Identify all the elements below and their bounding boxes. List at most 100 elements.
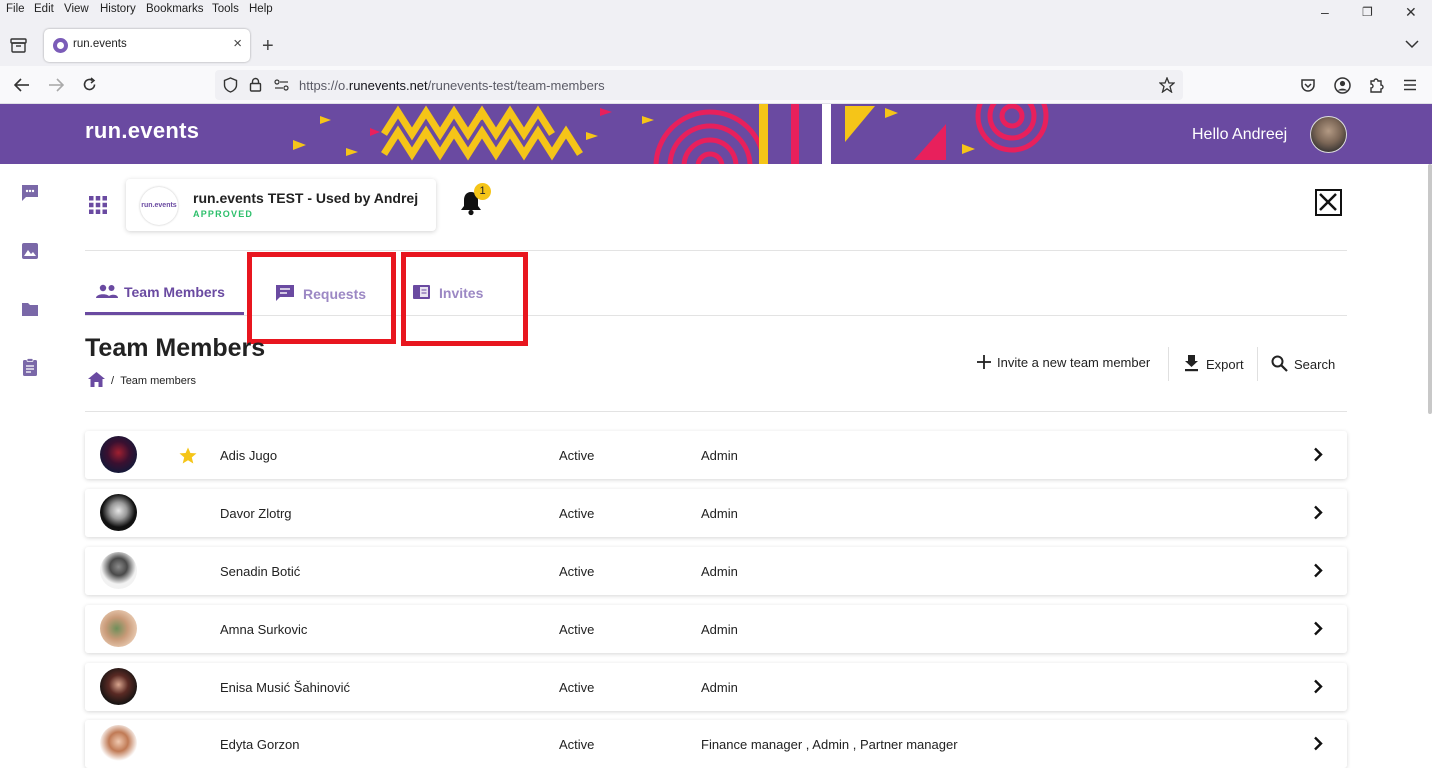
bookmark-star-icon[interactable] (1159, 77, 1175, 93)
minimize-button[interactable]: – (1321, 4, 1329, 20)
menu-view[interactable]: View (64, 3, 89, 15)
member-status: Active (559, 448, 595, 463)
tab-team-members[interactable]: Team Members (96, 284, 225, 300)
hamburger-menu-icon[interactable] (1403, 79, 1417, 91)
content-divider (85, 411, 1347, 412)
organization-name: run.events TEST - Used by Andrej (193, 190, 419, 206)
shield-icon[interactable] (223, 77, 238, 93)
chevron-right-icon[interactable] (1313, 621, 1323, 636)
extensions-icon[interactable] (1368, 77, 1384, 94)
member-role: Finance manager , Admin , Partner manage… (701, 737, 958, 752)
member-status: Active (559, 622, 595, 637)
menu-history[interactable]: History (100, 3, 136, 15)
table-row[interactable]: Senadin Botić Active Admin (85, 547, 1347, 595)
breadcrumb: / Team members (111, 375, 196, 387)
chevron-right-icon[interactable] (1313, 563, 1323, 578)
chevron-right-icon[interactable] (1313, 736, 1323, 751)
restore-button[interactable]: ❐ (1362, 5, 1373, 19)
invite-team-member-button[interactable]: Invite a new team member (977, 355, 1150, 370)
page-scrollbar[interactable] (1428, 164, 1432, 414)
member-status: Active (559, 564, 595, 579)
organization-card[interactable]: run.events run.events TEST - Used by And… (126, 179, 436, 231)
forward-arrow-icon[interactable] (48, 78, 64, 92)
runevents-logo[interactable]: run.events (85, 118, 199, 144)
menu-bookmarks[interactable]: Bookmarks (146, 3, 204, 15)
tab-title: run.events (73, 38, 127, 50)
banner-gap (822, 104, 831, 164)
annotation-highlight-invites (401, 252, 528, 346)
close-window-button[interactable]: ✕ (1405, 4, 1417, 21)
people-icon (96, 284, 118, 298)
table-row[interactable]: Davor Zlotrg Active Admin (85, 489, 1347, 537)
chevron-right-icon[interactable] (1313, 505, 1323, 520)
menu-help[interactable]: Help (249, 3, 273, 15)
avatar (100, 552, 137, 589)
chevron-right-icon[interactable] (1313, 679, 1323, 694)
browser-menubar: File Edit View History Bookmarks Tools H… (0, 0, 1432, 20)
close-panel-button[interactable] (1315, 189, 1342, 216)
close-icon (1319, 193, 1337, 211)
browser-tab-runevents[interactable]: run.events × (44, 29, 250, 62)
table-row[interactable]: Enisa Musić Šahinović Active Admin (85, 663, 1347, 711)
back-arrow-icon[interactable] (14, 78, 30, 92)
lock-icon[interactable] (249, 77, 262, 92)
avatar (100, 436, 137, 473)
top-banner: run.events Hello Andreej (0, 104, 1432, 164)
account-icon[interactable] (1334, 77, 1351, 94)
tab-overview-icon[interactable] (10, 38, 27, 53)
avatar (100, 610, 137, 647)
member-name: Edyta Gorzon (220, 737, 300, 752)
new-tab-button[interactable]: + (262, 35, 274, 58)
member-role: Admin (701, 564, 738, 579)
member-role: Admin (701, 680, 738, 695)
member-role: Admin (701, 622, 738, 637)
member-status: Active (559, 506, 595, 521)
member-role: Admin (701, 506, 738, 521)
avatar (100, 494, 137, 531)
browser-tabstrip: run.events × + (0, 20, 1432, 66)
permissions-icon[interactable] (274, 79, 289, 91)
export-button[interactable]: Export (1184, 355, 1244, 372)
annotation-highlight-requests (247, 252, 396, 344)
reload-icon[interactable] (82, 77, 97, 92)
member-name: Senadin Botić (220, 564, 301, 579)
page-title: Team Members (85, 334, 266, 362)
table-row[interactable]: Amna Surkovic Active Admin (85, 605, 1347, 653)
address-bar[interactable]: https://o.runevents.net/runevents-test/t… (215, 70, 1183, 100)
menu-file[interactable]: File (6, 3, 25, 15)
organization-logo: run.events (140, 187, 178, 225)
member-status: Active (559, 737, 595, 752)
menu-tools[interactable]: Tools (212, 3, 239, 15)
browser-navbar: https://o.runevents.net/runevents-test/t… (0, 66, 1432, 104)
avatar (100, 668, 137, 705)
pocket-icon[interactable] (1300, 78, 1316, 93)
list-tabs-chevron-icon[interactable] (1405, 40, 1419, 49)
url-text: https://o.runevents.net/runevents-test/t… (299, 78, 605, 93)
member-status: Active (559, 680, 595, 695)
table-row[interactable]: Adis Jugo Active Admin (85, 431, 1347, 479)
download-icon (1185, 355, 1198, 372)
tab-team-members-label: Team Members (124, 284, 225, 300)
member-name: Davor Zlotrg (220, 506, 292, 521)
actions-separator (1257, 347, 1258, 381)
folder-icon[interactable] (20, 299, 40, 319)
user-avatar[interactable] (1310, 116, 1347, 153)
home-icon[interactable] (87, 371, 106, 388)
notification-count-badge: 1 (474, 183, 491, 200)
chat-icon[interactable] (20, 183, 40, 203)
menu-edit[interactable]: Edit (34, 3, 54, 15)
header-divider (85, 250, 1347, 251)
runevents-favicon-icon (53, 38, 68, 53)
organization-status-badge: APPROVED (193, 209, 254, 219)
tab-close-icon[interactable]: × (233, 35, 242, 52)
search-button[interactable]: Search (1271, 355, 1335, 372)
user-greeting: Hello Andreej (1192, 126, 1288, 143)
chevron-right-icon[interactable] (1313, 447, 1323, 462)
clipboard-icon[interactable] (20, 357, 40, 377)
image-icon[interactable] (20, 241, 40, 261)
member-name: Enisa Musić Šahinović (220, 680, 351, 695)
avatar (100, 725, 137, 762)
search-icon (1271, 355, 1288, 372)
plus-icon (977, 355, 991, 369)
apps-grid-icon[interactable] (88, 195, 108, 215)
